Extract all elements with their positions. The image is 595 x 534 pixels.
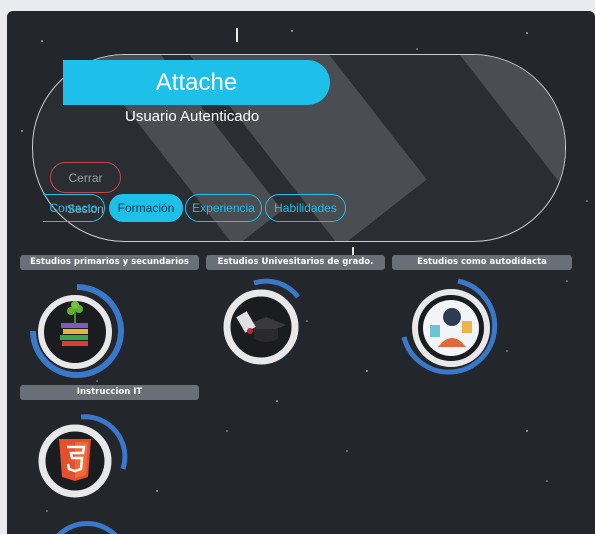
tab-habilidades[interactable]: Habilidades — [265, 194, 346, 222]
section-header-university[interactable]: Estudios Univesitarios de grado. — [206, 255, 385, 270]
auth-status: Usuario Autenticado — [125, 108, 260, 125]
next-section-ring — [56, 521, 118, 534]
section-header-primary[interactable]: Estudios primarios y secundarios — [20, 255, 199, 270]
self-study-icon[interactable] — [400, 277, 500, 377]
logout-button[interactable]: Cerrar Sesion — [50, 162, 121, 216]
tab-contacto[interactable]: Contacto — [43, 194, 105, 222]
page-frame: Attache Usuario Autenticado Cerrar Sesio… — [7, 11, 595, 534]
tab-experiencia[interactable]: Experiencia — [185, 194, 262, 222]
books-plant-icon[interactable] — [25, 281, 129, 385]
graduation-cap-icon[interactable] — [214, 275, 310, 371]
app-title: Attache — [63, 60, 330, 105]
section-header-selftaught[interactable]: Estudios como autodidacta — [392, 255, 572, 270]
tab-formacion[interactable]: Formación — [109, 194, 183, 222]
section-header-it[interactable]: Instruccion IT — [20, 385, 199, 400]
html5-icon[interactable] — [35, 409, 131, 505]
divider-tick-top — [236, 28, 238, 42]
